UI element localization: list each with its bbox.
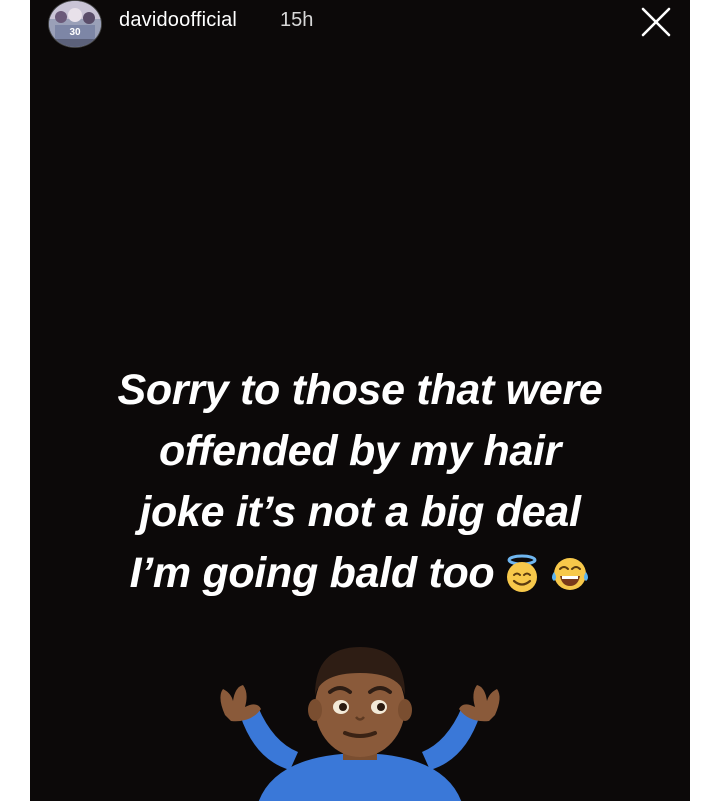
close-button[interactable]	[638, 4, 674, 40]
username[interactable]: davidoofficial	[119, 9, 237, 32]
avatar-image-icon: 30	[49, 1, 101, 47]
profile-avatar[interactable]: 30	[48, 0, 102, 48]
man-shrugging-icon	[220, 647, 500, 801]
caption-line-with-emojis: I’m going bald too	[30, 543, 690, 604]
caption-line: Sorry to those that were	[117, 366, 603, 414]
caption-line: joke it’s not a big deal	[139, 488, 581, 536]
svg-text:30: 30	[69, 27, 81, 38]
close-icon	[641, 7, 671, 37]
story-viewer[interactable]: 30 davidoofficial 15h Sorry to those tha…	[30, 0, 690, 801]
post-time: 15h	[280, 9, 314, 31]
tears-of-joy-icon	[552, 557, 589, 590]
caption-line: offended by my hair	[158, 427, 562, 475]
story-caption: Sorry to those that were offended by my …	[30, 360, 690, 604]
screenshot-frame: 30 davidoofficial 15h Sorry to those tha…	[0, 0, 720, 801]
caption-line: I’m going bald too	[129, 549, 495, 597]
story-header: 30 davidoofficial 15h	[30, 0, 690, 60]
smiling-face-with-halo-icon	[507, 554, 538, 592]
